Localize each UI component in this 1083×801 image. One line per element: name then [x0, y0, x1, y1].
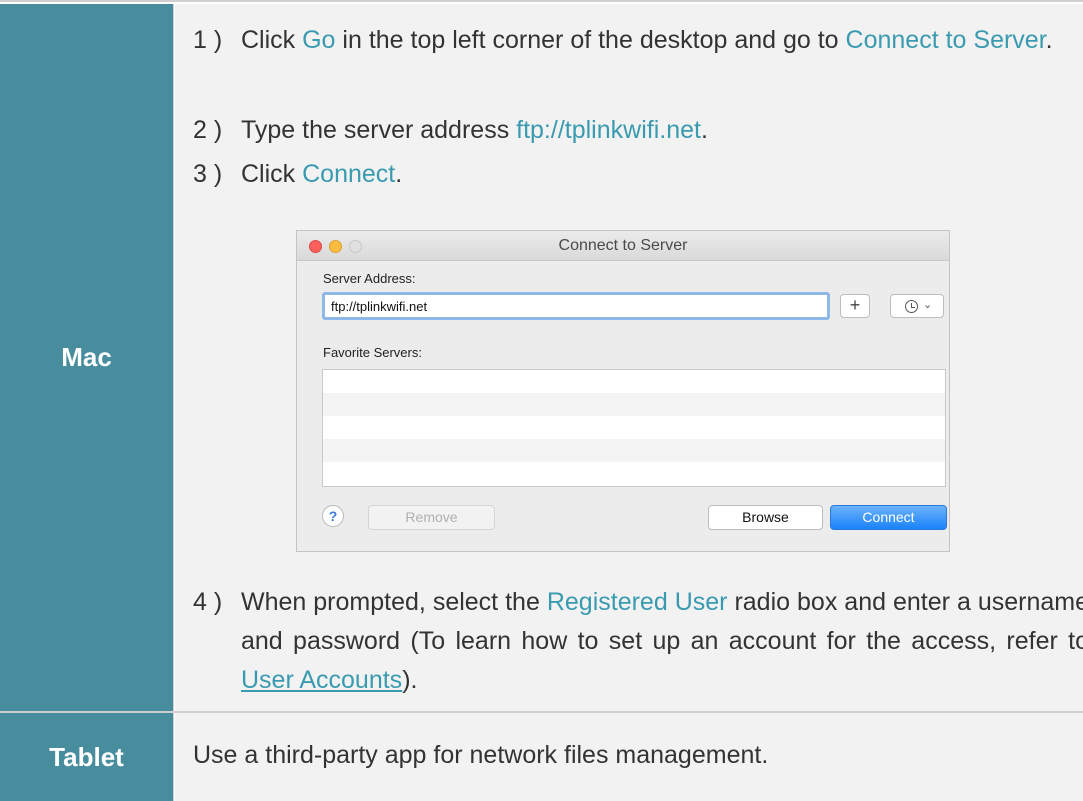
help-button[interactable]: ?	[322, 505, 344, 527]
connect-to-server-term: Connect to Server	[845, 26, 1046, 54]
tablet-content-cell: Use a third-party app for network files …	[175, 713, 1083, 801]
step-number: 2 )	[193, 116, 223, 144]
favorite-servers-list[interactable]	[322, 369, 946, 487]
list-item[interactable]	[323, 462, 945, 485]
dialog-title: Connect to Server	[558, 237, 688, 254]
dialog-titlebar: Connect to Server	[297, 231, 949, 261]
list-item[interactable]	[323, 370, 945, 393]
tablet-label: Tablet	[49, 741, 124, 772]
server-address-label: Server Address:	[323, 271, 416, 286]
connect-button[interactable]: Connect	[830, 505, 947, 530]
step-text: Click Go in the top left corner of the d…	[241, 21, 1083, 60]
registered-user-term: Registered User	[546, 588, 728, 616]
mac-content-cell: 1 ) Click Go in the top left corner of t…	[175, 4, 1083, 711]
step-number: 4 )	[193, 588, 223, 616]
user-accounts-link[interactable]: User Accounts	[241, 666, 402, 694]
list-item[interactable]	[323, 393, 945, 416]
step-text-part: Type the server address	[241, 116, 517, 144]
recent-servers-button[interactable]: ⌄	[890, 294, 944, 318]
favorite-servers-label: Favorite Servers:	[323, 345, 422, 360]
step-text: When prompted, select the Registered Use…	[241, 583, 1083, 700]
connect-term: Connect	[302, 160, 396, 188]
instruction-table: Mac 1 ) Click Go in the top left corner …	[0, 0, 1083, 801]
step-text-part: .	[1045, 26, 1053, 54]
step-number: 1 )	[193, 26, 223, 54]
server-address-term: ftp://tplinkwifi.net	[516, 116, 701, 144]
add-favorite-button[interactable]: +	[840, 294, 870, 318]
tablet-label-cell: Tablet	[0, 713, 174, 801]
step-text-part: Click	[241, 160, 303, 188]
clock-icon	[905, 300, 918, 313]
server-address-input[interactable]: ftp://tplinkwifi.net	[322, 292, 830, 320]
step-text-part: ).	[402, 666, 418, 694]
tablet-instruction: Use a third-party app for network files …	[193, 741, 769, 769]
mac-label-cell: Mac	[0, 4, 174, 711]
step-text-part: .	[395, 160, 403, 188]
tablet-row: Tablet Use a third-party app for network…	[0, 713, 1083, 801]
connect-to-server-dialog: Connect to Server Server Address: ftp://…	[296, 230, 950, 552]
step-text-part: When prompted, select the	[241, 588, 547, 616]
browse-button[interactable]: Browse	[708, 505, 823, 530]
mac-label: Mac	[61, 342, 112, 372]
step-text-part: Click	[241, 26, 303, 54]
go-menu-term: Go	[302, 26, 336, 54]
step-number: 3 )	[193, 160, 223, 188]
step-text-part: in the top left corner of the desktop an…	[335, 26, 846, 54]
list-item[interactable]	[323, 439, 945, 462]
chevron-down-icon: ⌄	[923, 299, 933, 311]
mac-row: Mac 1 ) Click Go in the top left corner …	[0, 4, 1083, 711]
step-text: Type the server address ftp://tplinkwifi…	[241, 111, 1083, 150]
step-text: Click Connect.	[241, 155, 1083, 194]
server-address-value: ftp://tplinkwifi.net	[331, 299, 428, 314]
step-text-part: .	[700, 116, 708, 144]
list-item[interactable]	[323, 416, 945, 439]
remove-button[interactable]: Remove	[368, 505, 495, 530]
